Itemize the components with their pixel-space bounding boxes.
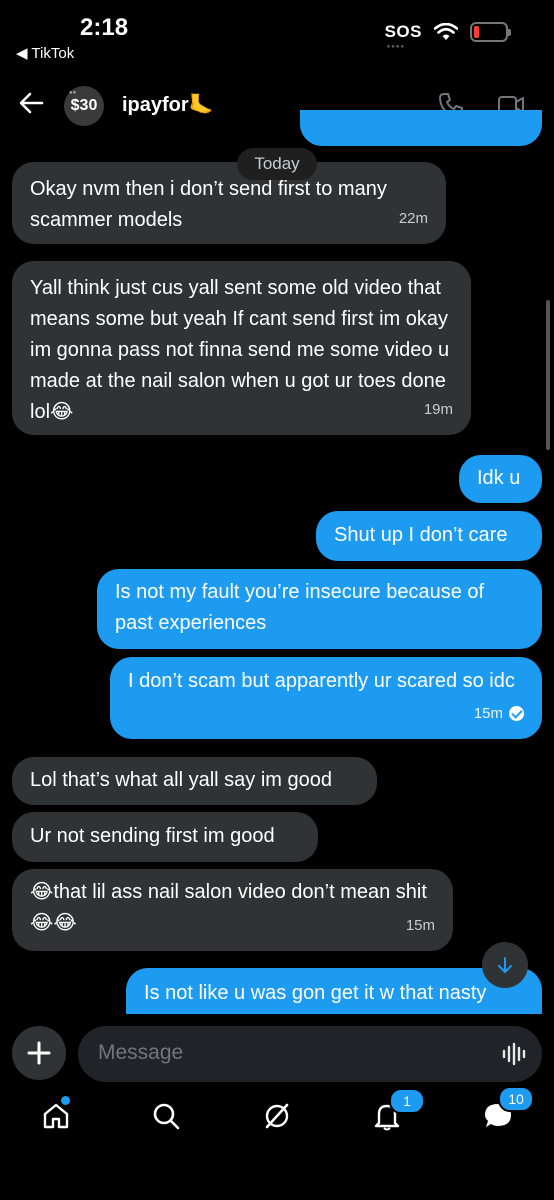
message-bubble-incoming[interactable]: Ur not sending first im good <box>12 812 318 862</box>
message-timestamp: 15m <box>405 917 435 934</box>
home-icon <box>43 1103 69 1129</box>
nav-messages[interactable]: 10 <box>476 1086 534 1138</box>
plus-icon <box>27 1041 51 1065</box>
scroll-to-bottom-button[interactable] <box>482 942 528 988</box>
messages-badge: 10 <box>498 1086 534 1112</box>
status-icons: SOS ●●●● <box>384 22 511 50</box>
status-time: 2:18 <box>80 14 129 41</box>
nav-grok[interactable] <box>255 1094 299 1138</box>
message-bubble-incoming[interactable]: 😂that lil ass nail salon video don’t mea… <box>12 869 453 951</box>
arrow-down-icon <box>498 957 512 973</box>
search-icon <box>153 1103 180 1130</box>
message-bubble-outgoing-partial[interactable] <box>300 110 542 146</box>
message-bubble-outgoing[interactable]: Idk u <box>459 455 542 503</box>
sos-indicator: SOS ●●●● <box>384 22 422 50</box>
message-bubble-outgoing[interactable]: Shut up I don’t care <box>316 511 542 561</box>
message-bubble-outgoing[interactable]: Is not my fault you’re insecure because … <box>97 569 542 649</box>
message-bubble-incoming[interactable]: Okay nvm then i don’t send first to many… <box>12 162 446 244</box>
date-divider: Today <box>237 148 317 180</box>
home-unread-dot <box>61 1096 70 1105</box>
back-arrow-icon[interactable] <box>18 90 44 116</box>
message-timestamp: 22m <box>398 210 428 227</box>
message-bubble-incoming[interactable]: Yall think just cus yall sent some old v… <box>12 261 471 435</box>
voice-message-icon[interactable] <box>500 1040 528 1068</box>
message-timestamp: 15m <box>474 698 524 729</box>
nav-home[interactable] <box>34 1094 78 1138</box>
add-attachment-button[interactable] <box>12 1026 66 1080</box>
message-bubble-outgoing[interactable]: I don’t scam but apparently ur scared so… <box>110 657 542 739</box>
message-input[interactable]: Message <box>78 1026 542 1082</box>
message-bubble-incoming[interactable]: Lol that’s what all yall say im good <box>12 757 377 805</box>
battery-icon <box>470 22 511 42</box>
nav-notifications[interactable]: 1 <box>365 1088 425 1138</box>
scrollbar[interactable] <box>546 300 550 450</box>
message-timestamp: 19m <box>423 401 453 418</box>
avatar[interactable]: ●● $30 <box>64 86 104 126</box>
contact-name[interactable]: ipayfor🦶 <box>122 92 214 117</box>
wifi-icon <box>434 23 458 40</box>
read-receipt-icon <box>509 706 524 721</box>
back-to-app-link[interactable]: ◀ TikTok <box>16 44 74 62</box>
nav-search[interactable] <box>144 1094 188 1138</box>
grok-icon <box>265 1103 289 1129</box>
notifications-badge: 1 <box>389 1088 425 1114</box>
